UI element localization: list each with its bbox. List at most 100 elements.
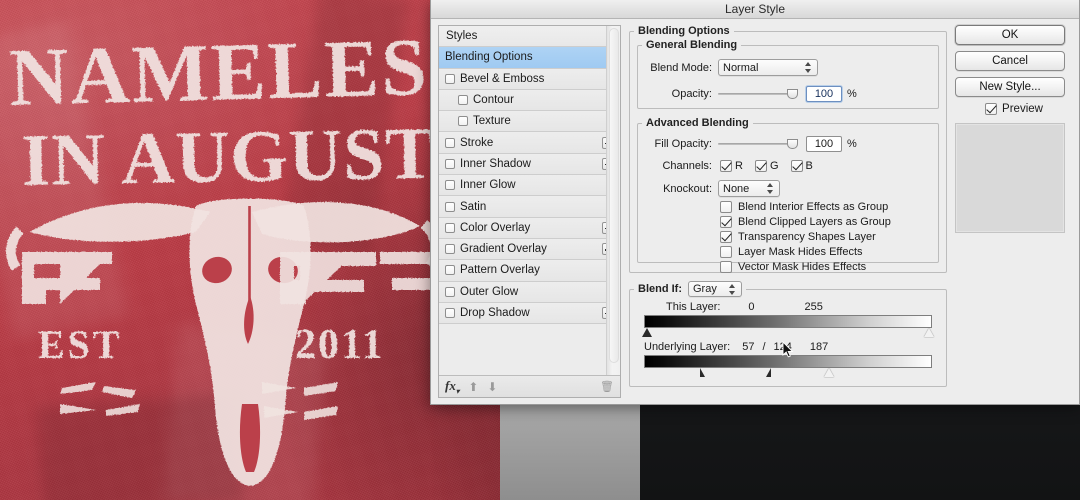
style-enable-checkbox[interactable] (445, 201, 455, 212)
underlying-white-handle[interactable] (824, 368, 834, 377)
this-layer-white-handle[interactable] (924, 328, 934, 337)
style-row-label: Outer Glow (460, 285, 519, 298)
style-row-label: Texture (473, 115, 511, 128)
style-row-label: Blending Options (445, 51, 533, 64)
this-layer-handles[interactable] (642, 328, 934, 339)
mouse-cursor (782, 340, 794, 359)
channel-label: R (735, 160, 743, 172)
slider-knob[interactable] (787, 89, 798, 99)
channel-label: B (805, 160, 813, 172)
advanced-option-label: Blend Interior Effects as Group (738, 201, 889, 213)
style-enable-checkbox[interactable] (445, 73, 455, 84)
blend-if-group: Blend If: Gray This Layer: 0 255 Underly… (629, 281, 947, 387)
scrollbar-thumb[interactable] (609, 28, 619, 364)
style-enable-checkbox[interactable] (445, 158, 455, 169)
style-row-stroke[interactable]: Stroke (439, 132, 620, 154)
style-row-bevel-emboss[interactable]: Bevel & Emboss (439, 68, 620, 90)
opacity-slider[interactable] (718, 88, 798, 100)
blend-if-channel-value: Gray (693, 283, 717, 295)
preview-checkbox[interactable] (985, 103, 998, 115)
style-row-contour[interactable]: Contour (439, 89, 620, 112)
style-row-label: Gradient Overlay (460, 243, 547, 256)
channel-checkbox[interactable] (790, 160, 803, 172)
style-row-texture[interactable]: Texture (439, 111, 620, 133)
channel-g[interactable]: G (754, 160, 779, 172)
channel-b[interactable]: B (790, 160, 813, 172)
fx-icon[interactable]: fx▾ (445, 378, 459, 396)
blend-mode-select[interactable]: Normal (718, 59, 818, 76)
knockout-select[interactable]: None (718, 180, 780, 197)
advanced-option-row[interactable]: Blend Clipped Layers as Group (720, 216, 938, 228)
style-enable-checkbox[interactable] (445, 308, 455, 318)
blend-if-channel-select[interactable]: Gray (688, 281, 742, 297)
styles-list[interactable]: Styles Blending Options Bevel & Emboss Con… (439, 26, 620, 375)
style-row-gradient-overlay[interactable]: Gradient Overlay (439, 238, 620, 261)
underlying-black-handle-left[interactable] (700, 368, 705, 377)
preview-checkbox-row[interactable]: Preview (955, 103, 1073, 115)
style-row-label: Satin (460, 200, 487, 213)
style-enable-checkbox[interactable] (445, 222, 455, 233)
style-enable-checkbox[interactable] (445, 244, 455, 255)
opacity-input[interactable]: 100 (806, 86, 842, 102)
channel-label: G (769, 160, 779, 172)
this-layer-black-value: 0 (748, 301, 755, 313)
fill-opacity-input[interactable]: 100 (806, 136, 842, 152)
style-row-label: Inner Glow (460, 179, 516, 192)
advanced-option-checkbox[interactable] (720, 246, 732, 258)
style-enable-checkbox[interactable] (458, 116, 468, 127)
tshirt-photo: NAMELESS IN AUGUST EST 2011 (0, 0, 500, 500)
style-row-drop-shadow[interactable]: Drop Shadow (439, 302, 620, 325)
channel-r[interactable]: R (720, 160, 743, 172)
advanced-option-checkbox[interactable] (720, 201, 732, 213)
style-row-outer-glow[interactable]: Outer Glow (439, 281, 620, 303)
styles-list-scrollbar[interactable] (606, 26, 620, 375)
slider-knob[interactable] (787, 139, 798, 149)
style-enable-checkbox[interactable] (445, 265, 455, 276)
style-enable-checkbox[interactable] (445, 137, 455, 148)
advanced-option-checkbox[interactable] (720, 231, 732, 243)
channel-checkbox[interactable] (754, 160, 767, 172)
this-layer-gradient-bar[interactable] (644, 315, 932, 328)
style-enable-checkbox[interactable] (458, 95, 468, 106)
style-row-label: Contour (473, 94, 514, 107)
ok-button[interactable]: OK (955, 25, 1065, 45)
blend-mode-label: Blend Mode: (650, 61, 712, 74)
style-row-blending-options[interactable]: Blending Options (439, 47, 620, 69)
new-style-button[interactable]: New Style... (955, 77, 1065, 97)
arrow-down-icon[interactable]: ⬇ (487, 381, 499, 393)
chevron-updown-icon (766, 182, 775, 195)
arrow-up-icon[interactable]: ⬆ (468, 381, 480, 393)
underlying-black-handle-right[interactable] (766, 368, 771, 377)
style-row-pattern-overlay[interactable]: Pattern Overlay (439, 260, 620, 282)
style-row-inner-glow[interactable]: Inner Glow (439, 175, 620, 197)
advanced-option-checkbox[interactable] (720, 216, 732, 228)
style-row-color-overlay[interactable]: Color Overlay (439, 217, 620, 239)
style-row-inner-shadow[interactable]: Inner Shadow (439, 153, 620, 176)
advanced-option-row[interactable]: Layer Mask Hides Effects (720, 246, 938, 258)
cancel-button[interactable]: Cancel (955, 51, 1065, 71)
blend-if-label: Blend If: (638, 283, 682, 295)
underlying-white-value: 187 (809, 341, 829, 353)
this-layer-black-handle[interactable] (642, 328, 652, 337)
style-enable-checkbox[interactable] (445, 286, 455, 297)
fill-opacity-label: Fill Opacity: (654, 138, 712, 150)
advanced-option-checkbox[interactable] (720, 261, 732, 273)
style-row-label: Drop Shadow (460, 307, 530, 319)
chevron-updown-icon (804, 61, 813, 74)
channel-checkbox[interactable] (720, 160, 732, 172)
slider-track (718, 93, 798, 95)
fill-opacity-slider[interactable] (718, 138, 798, 150)
layer-style-dialog: Layer Style Styles Blending Options Bevel… (430, 0, 1080, 405)
advanced-option-row[interactable]: Vector Mask Hides Effects (720, 261, 938, 273)
underlying-separator: / (762, 341, 766, 353)
underlying-layer-handles[interactable] (644, 368, 932, 379)
style-row-label: Color Overlay (460, 221, 531, 234)
advanced-option-row[interactable]: Blend Interior Effects as Group (720, 201, 938, 213)
general-blending-legend: General Blending (646, 39, 738, 51)
trash-icon[interactable]: 🗑 (600, 380, 614, 393)
advanced-option-row[interactable]: Transparency Shapes Layer (720, 231, 938, 243)
underlying-black-value: 57 (742, 341, 755, 353)
style-enable-checkbox[interactable] (445, 180, 455, 191)
channels-group: RGB (720, 160, 825, 172)
style-row-satin[interactable]: Satin (439, 196, 620, 218)
